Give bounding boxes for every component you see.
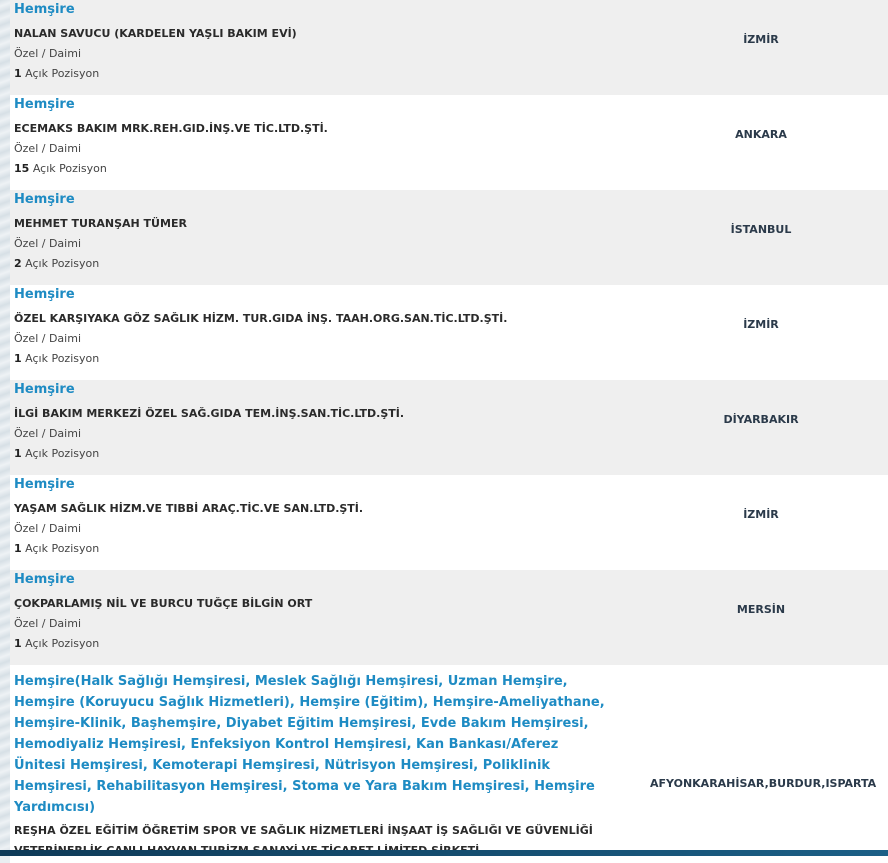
job-row[interactable]: Hemşire NALAN SAVUCU (KARDELEN YAŞLI BAK… bbox=[10, 0, 888, 95]
employment-type: Özel / Daimi bbox=[14, 237, 81, 250]
company-name: ÖZEL KARŞIYAKA GÖZ SAĞLIK HİZM. TUR.GIDA… bbox=[14, 312, 508, 325]
open-positions-label: Açık Pozisyon bbox=[25, 447, 100, 460]
bottom-bar bbox=[0, 850, 888, 856]
employment-type: Özel / Daimi bbox=[14, 427, 81, 440]
job-city: ANKARA bbox=[735, 128, 787, 141]
open-positions-label: Açık Pozisyon bbox=[25, 542, 100, 555]
company-name: YAŞAM SAĞLIK HİZM.VE TIBBİ ARAÇ.TİC.VE S… bbox=[14, 502, 364, 515]
open-positions-count: 2 bbox=[14, 257, 22, 270]
job-city: İZMİR bbox=[743, 508, 779, 521]
open-positions-count: 1 bbox=[14, 447, 22, 460]
job-row[interactable]: Hemşire(Halk Sağlığı Hemşiresi, Meslek S… bbox=[10, 665, 888, 863]
job-title-link[interactable]: Hemşire bbox=[14, 286, 75, 304]
company-name: MEHMET TURANŞAH TÜMER bbox=[14, 217, 187, 230]
company-name: NALAN SAVUCU (KARDELEN YAŞLI BAKIM EVİ) bbox=[14, 27, 297, 40]
job-city: İSTANBUL bbox=[730, 223, 792, 236]
job-title-link[interactable]: Hemşire bbox=[14, 191, 75, 209]
job-city: AFYONKARAHİSAR,BURDUR,ISPARTA bbox=[650, 777, 877, 790]
employment-type: Özel / Daimi bbox=[14, 47, 81, 60]
job-city: İZMİR bbox=[743, 318, 779, 331]
job-title-link[interactable]: Hemşire(Halk Sağlığı Hemşiresi, Meslek S… bbox=[14, 671, 614, 818]
job-city: DİYARBAKIR bbox=[723, 413, 799, 426]
job-row[interactable]: Hemşire YAŞAM SAĞLIK HİZM.VE TIBBİ ARAÇ.… bbox=[10, 475, 888, 570]
open-positions: 1 Açık Pozisyon bbox=[14, 542, 99, 556]
job-row[interactable]: Hemşire ECEMAKS BAKIM MRK.REH.GID.İNŞ.VE… bbox=[10, 95, 888, 190]
job-city: İZMİR bbox=[743, 33, 779, 46]
job-row[interactable]: Hemşire ÖZEL KARŞIYAKA GÖZ SAĞLIK HİZM. … bbox=[10, 285, 888, 380]
open-positions: 1 Açık Pozisyon bbox=[14, 67, 99, 81]
open-positions-count: 1 bbox=[14, 352, 22, 365]
job-title-link[interactable]: Hemşire bbox=[14, 1, 75, 19]
open-positions: 1 Açık Pozisyon bbox=[14, 447, 99, 461]
job-title-link[interactable]: Hemşire bbox=[14, 96, 75, 114]
employment-type: Özel / Daimi bbox=[14, 332, 81, 345]
employment-type: Özel / Daimi bbox=[14, 522, 81, 535]
open-positions-count: 15 bbox=[14, 162, 30, 175]
open-positions-label: Açık Pozisyon bbox=[25, 257, 100, 270]
company-name: İLGİ BAKIM MERKEZİ ÖZEL SAĞ.GIDA TEM.İNŞ… bbox=[14, 407, 405, 420]
job-row[interactable]: Hemşire MEHMET TURANŞAH TÜMER Özel / Dai… bbox=[10, 190, 888, 285]
company-name: ECEMAKS BAKIM MRK.REH.GID.İNŞ.VE TİC.LTD… bbox=[14, 122, 328, 135]
job-title-link[interactable]: Hemşire bbox=[14, 476, 75, 494]
company-name: ÇOKPARLAMIŞ NİL VE BURCU TUĞÇE BİLGİN OR… bbox=[14, 597, 313, 610]
open-positions-count: 1 bbox=[14, 637, 22, 650]
open-positions-count: 1 bbox=[14, 67, 22, 80]
employment-type: Özel / Daimi bbox=[14, 617, 81, 630]
open-positions-count: 1 bbox=[14, 542, 22, 555]
employment-type: Özel / Daimi bbox=[14, 142, 81, 155]
open-positions: 1 Açık Pozisyon bbox=[14, 637, 99, 651]
job-row[interactable]: Hemşire ÇOKPARLAMIŞ NİL VE BURCU TUĞÇE B… bbox=[10, 570, 888, 665]
job-listing: Hemşire NALAN SAVUCU (KARDELEN YAŞLI BAK… bbox=[10, 0, 888, 863]
open-positions-label: Açık Pozisyon bbox=[25, 637, 100, 650]
open-positions-label: Açık Pozisyon bbox=[25, 352, 100, 365]
open-positions: 15 Açık Pozisyon bbox=[14, 162, 107, 176]
open-positions-label: Açık Pozisyon bbox=[32, 162, 107, 175]
job-city: MERSİN bbox=[736, 603, 786, 616]
open-positions: 1 Açık Pozisyon bbox=[14, 352, 99, 366]
job-row[interactable]: Hemşire İLGİ BAKIM MERKEZİ ÖZEL SAĞ.GIDA… bbox=[10, 380, 888, 475]
job-title-link[interactable]: Hemşire bbox=[14, 381, 75, 399]
open-positions: 2 Açık Pozisyon bbox=[14, 257, 99, 271]
job-title-link[interactable]: Hemşire bbox=[14, 571, 75, 589]
open-positions-label: Açık Pozisyon bbox=[25, 67, 100, 80]
